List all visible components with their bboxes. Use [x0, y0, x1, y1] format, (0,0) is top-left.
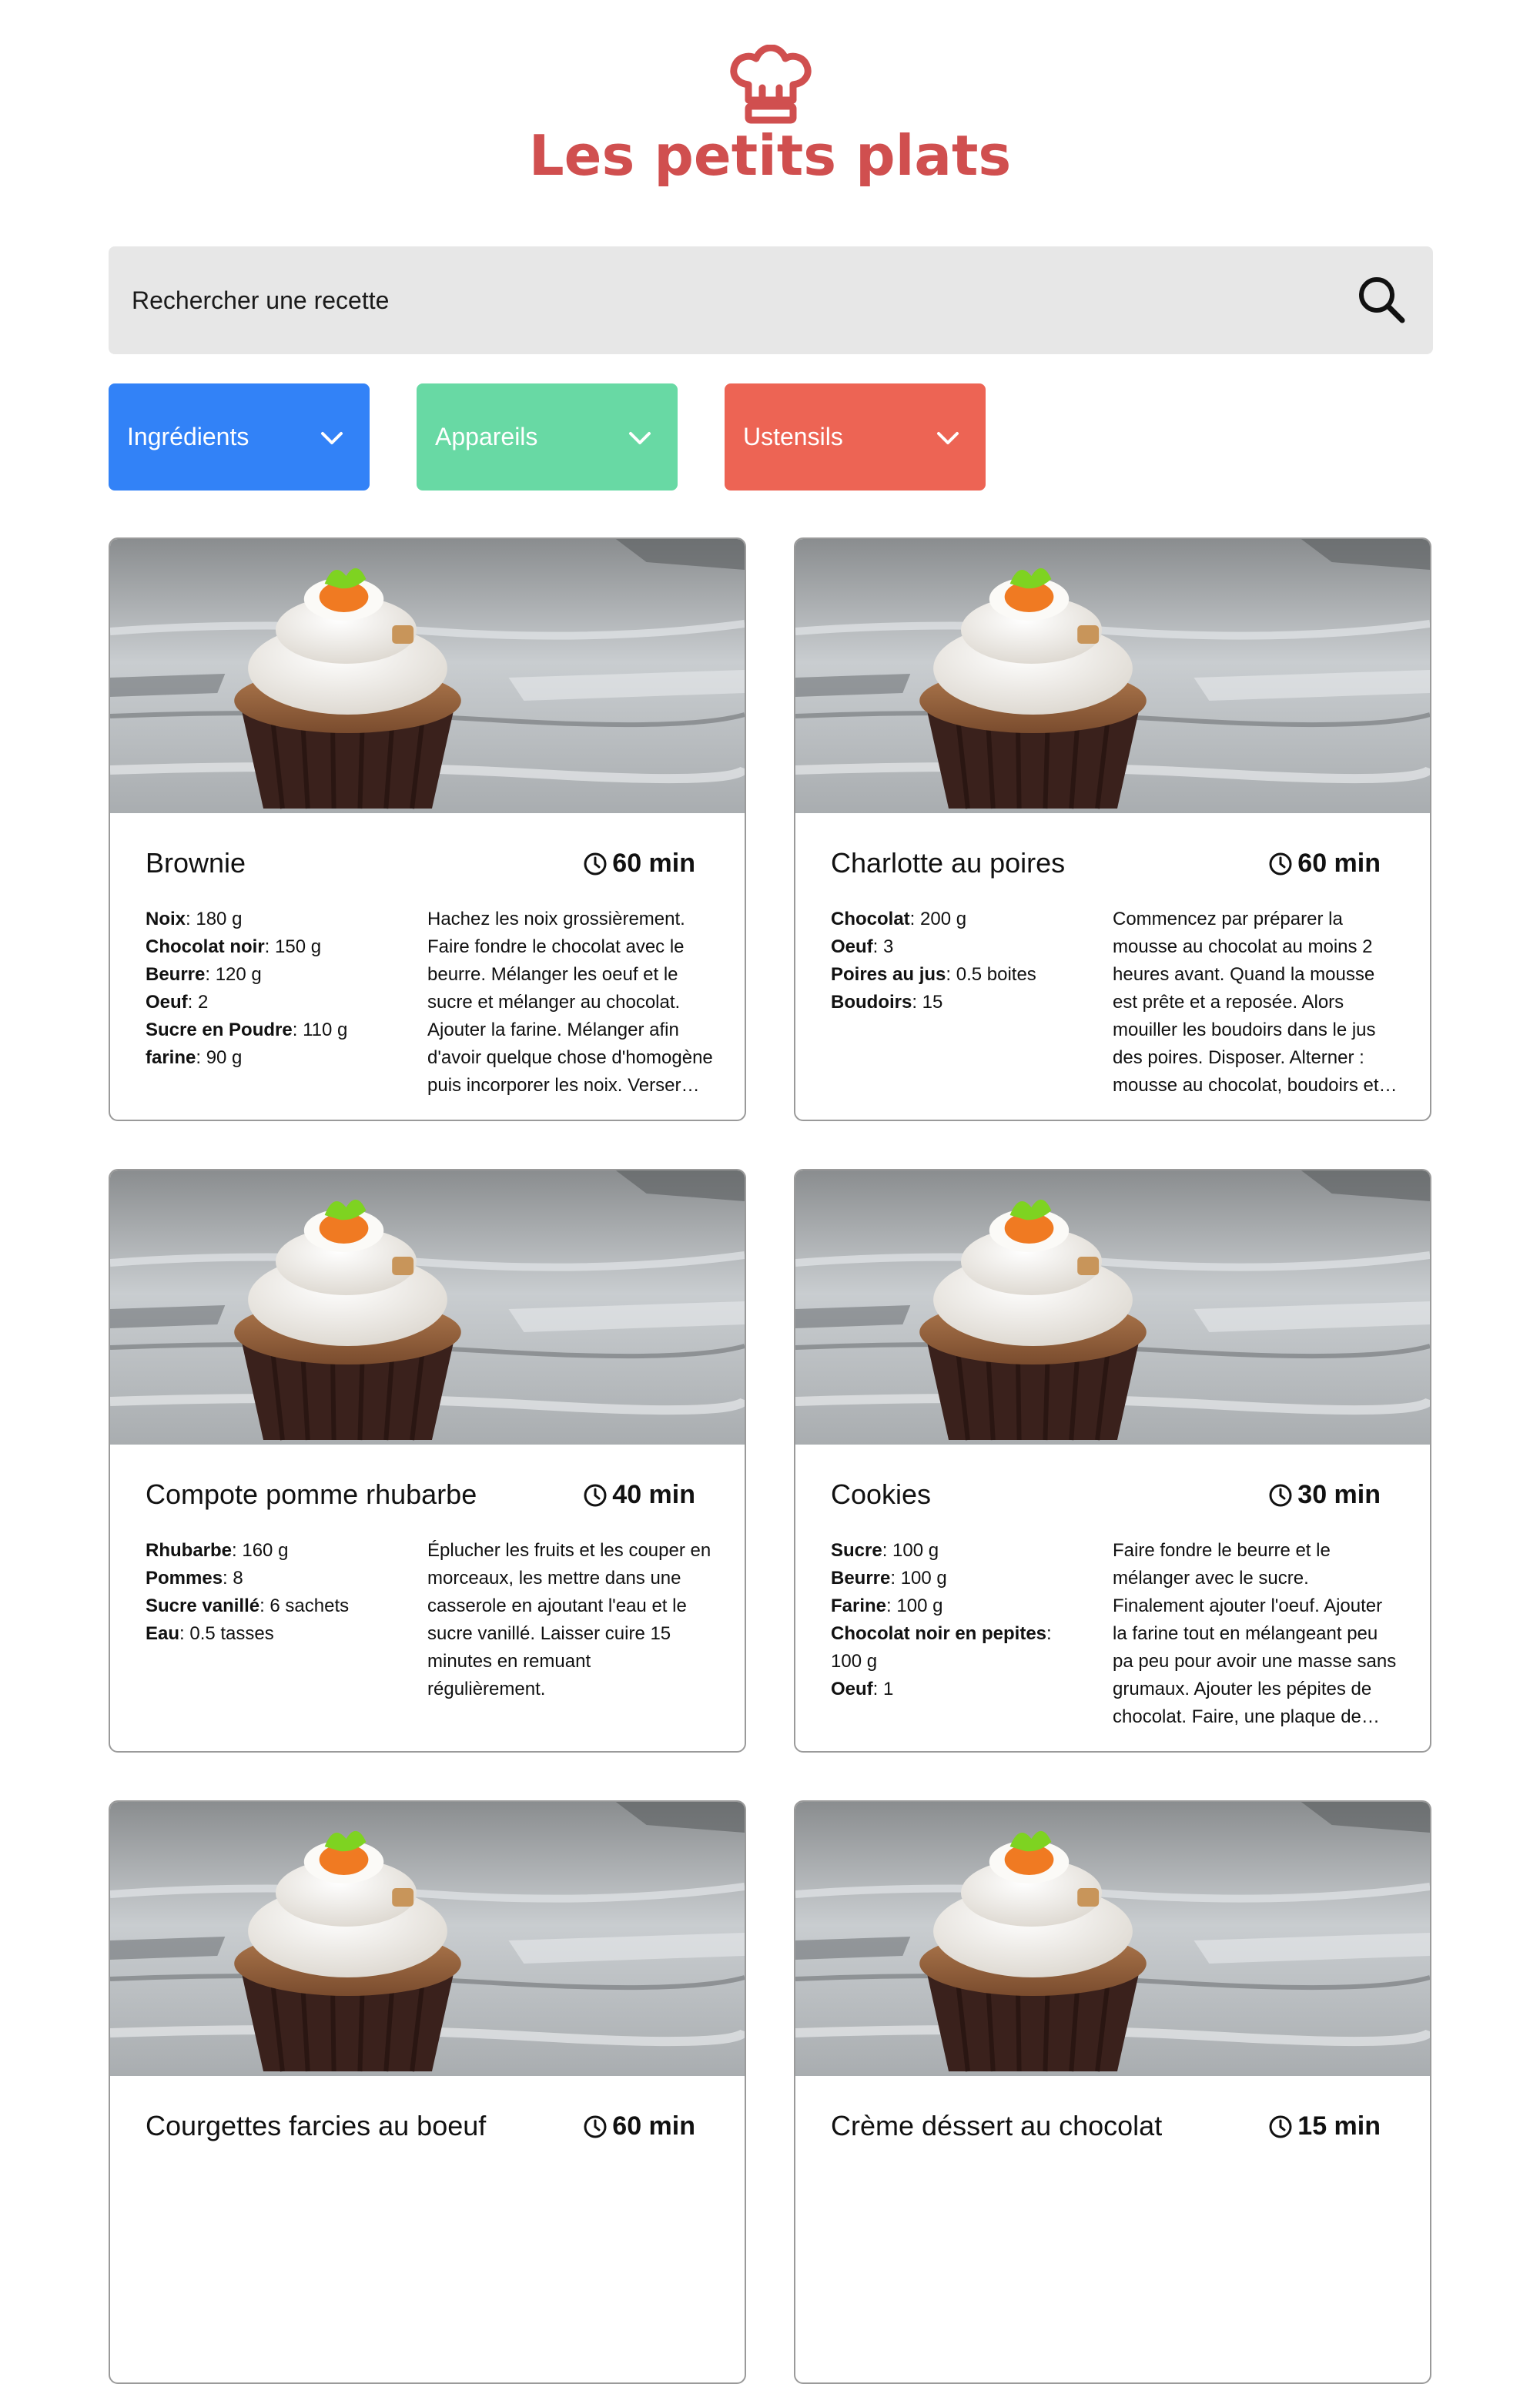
filter-ustensils-button[interactable]: Ustensils	[725, 383, 986, 491]
brand-title: Les petits plats	[528, 123, 1012, 188]
clock-icon	[584, 2115, 607, 2138]
clock-icon	[1269, 852, 1292, 875]
filter-appareils-button[interactable]: Appareils	[417, 383, 678, 491]
filter-ingredients-button[interactable]: Ingrédients	[109, 383, 370, 491]
search-bar	[109, 246, 1433, 354]
ingredient-item: Sucre vanillé: 6 sachets	[146, 1595, 350, 1616]
ingredient-item: Sucre en Poudre: 110 g	[146, 1020, 348, 1040]
recipe-description: Commencez par préparer la mousse au choc…	[1113, 909, 1379, 1096]
ingredient-item: Chocolat noir en pepites: 100 g	[831, 1623, 1052, 1672]
recipe-card[interactable]: Courgettes farcies au boeuf 60 min	[109, 1800, 746, 2384]
ingredient-item: Eau: 0.5 tasses	[146, 1623, 274, 1644]
ingredient-item: Oeuf: 3	[831, 936, 894, 957]
recipe-card[interactable]: Compote pomme rhubarbe 40 min Rhubarbe: …	[109, 1169, 746, 1753]
chevron-down-icon	[629, 432, 651, 444]
recipe-time: 30 min	[1268, 1480, 1381, 1510]
recipe-title: Cookies	[831, 1478, 932, 1510]
ingredient-item: Oeuf: 1	[831, 1679, 894, 1699]
ingredient-item: Farine: 100 g	[831, 1595, 943, 1616]
recipe-title: Brownie	[146, 847, 246, 879]
ingredient-item: Chocolat noir: 150 g	[146, 936, 322, 957]
recipe-image	[110, 1802, 745, 2076]
clock-icon	[584, 852, 607, 875]
ingredient-list: Rhubarbe: 160 g Pommes: 8 Sucre vanillé:…	[146, 1537, 392, 1648]
recipe-time: 60 min	[583, 849, 695, 879]
recipe-image	[795, 1802, 1430, 2076]
ingredient-item: Oeuf: 2	[146, 992, 209, 1013]
ingredient-item: Pommes: 8	[146, 1568, 243, 1589]
ingredient-item: Boudoirs: 15	[831, 992, 943, 1013]
recipe-card[interactable]: Charlotte au poires 60 min Chocolat: 200…	[794, 537, 1431, 1121]
filter-ingredients-label: Ingrédients	[127, 423, 249, 450]
ingredient-list: Noix: 180 g Chocolat noir: 150 g Beurre:…	[146, 906, 392, 1072]
recipe-time-value: 60 min	[1297, 849, 1381, 878]
chef-hat-icon	[730, 45, 812, 124]
recipe-title: Charlotte au poires	[831, 847, 1066, 879]
clock-icon	[1269, 2115, 1292, 2138]
chevron-down-icon	[937, 432, 959, 444]
recipe-image	[795, 1170, 1430, 1445]
recipe-time: 60 min	[1268, 849, 1381, 879]
recipe-time: 15 min	[1268, 2111, 1381, 2141]
recipe-card[interactable]: Cookies 30 min Sucre: 100 g Beurre: 100 …	[794, 1169, 1431, 1753]
recipe-time-value: 60 min	[612, 2111, 695, 2141]
recipe-description: Hachez les noix grossièrement. Faire fon…	[427, 909, 713, 1096]
recipe-description: Faire fondre le beurre et le mélanger av…	[1113, 1540, 1397, 1727]
clock-icon	[1269, 1484, 1292, 1506]
recipe-image	[795, 539, 1430, 813]
ingredient-item: Poires au jus: 0.5 boites	[831, 964, 1036, 985]
recipe-image	[110, 1170, 745, 1445]
recipe-time-value: 30 min	[1297, 1480, 1381, 1509]
search-icon[interactable]	[1356, 274, 1408, 326]
ingredient-item: Beurre: 120 g	[146, 964, 262, 985]
clock-icon	[584, 1484, 607, 1506]
ingredient-item: farine: 90 g	[146, 1047, 243, 1068]
ingredient-list: Sucre: 100 g Beurre: 100 g Farine: 100 g…	[831, 1537, 1077, 1703]
recipe-card[interactable]: Brownie 60 min Noix: 180 g Chocolat noir…	[109, 537, 746, 1121]
ingredient-item: Rhubarbe: 160 g	[146, 1540, 289, 1561]
chevron-down-icon	[321, 432, 343, 444]
search-input[interactable]	[132, 246, 1287, 354]
filter-appareils-label: Appareils	[435, 423, 538, 450]
ingredient-list: Chocolat: 200 g Oeuf: 3 Poires au jus: 0…	[831, 906, 1077, 1016]
recipe-title: Compote pomme rhubarbe	[146, 1478, 477, 1510]
recipe-title: Courgettes farcies au boeuf	[146, 2110, 487, 2141]
recipe-card[interactable]: Crème déssert au chocolat 15 min	[794, 1800, 1431, 2384]
ingredient-item: Chocolat: 200 g	[831, 909, 967, 929]
recipe-time-value: 15 min	[1297, 2111, 1381, 2141]
recipe-description: Éplucher les fruits et les couper en mor…	[427, 1540, 711, 1699]
recipe-image	[110, 539, 745, 813]
ingredient-item: Sucre: 100 g	[831, 1540, 939, 1561]
recipe-time: 40 min	[583, 1480, 695, 1510]
recipe-time: 60 min	[583, 2111, 695, 2141]
ingredient-item: Beurre: 100 g	[831, 1568, 947, 1589]
recipe-time-value: 40 min	[612, 1480, 695, 1509]
recipe-time-value: 60 min	[612, 849, 695, 878]
filter-ustensils-label: Ustensils	[743, 423, 843, 450]
ingredient-item: Noix: 180 g	[146, 909, 243, 929]
recipe-title: Crème déssert au chocolat	[831, 2110, 1163, 2141]
